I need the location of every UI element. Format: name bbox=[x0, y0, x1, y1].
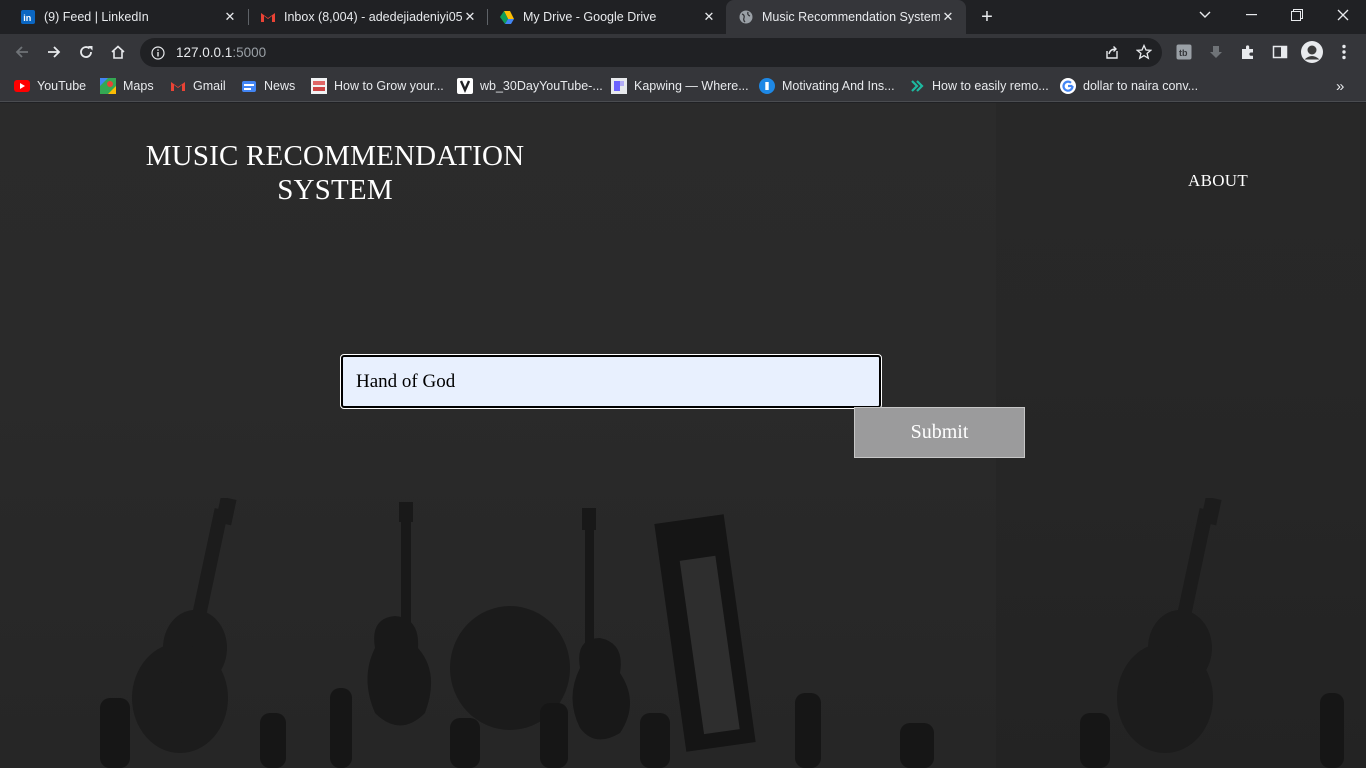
bookmark-page-icon bbox=[457, 78, 473, 94]
back-arrow-icon[interactable] bbox=[7, 37, 37, 67]
bookmark-label: News bbox=[264, 79, 296, 93]
bookmark-page-icon bbox=[759, 78, 775, 94]
nav-about-link[interactable]: ABOUT bbox=[1188, 171, 1248, 191]
bookmark-maps[interactable]: Maps bbox=[100, 76, 154, 96]
gmail-icon bbox=[260, 9, 276, 25]
home-icon[interactable] bbox=[103, 37, 133, 67]
close-icon[interactable]: ✕ bbox=[462, 9, 478, 25]
bookmark-motivating[interactable]: Motivating And Ins... bbox=[759, 76, 895, 96]
reload-icon[interactable] bbox=[71, 37, 101, 67]
tab-gmail[interactable]: Inbox (8,004) - adedejiadeniyi055@gmail.… bbox=[248, 0, 488, 34]
tab-title: Inbox (8,004) - adedejiadeniyi055@gmail.… bbox=[284, 10, 462, 24]
bookmark-gmail[interactable]: Gmail bbox=[170, 76, 226, 96]
close-icon[interactable]: ✕ bbox=[222, 9, 238, 25]
restore-icon[interactable] bbox=[1274, 0, 1320, 30]
bookmark-page-icon bbox=[909, 78, 925, 94]
bookmarks-bar: YouTube Maps Gmail News How to Grow your… bbox=[0, 70, 1366, 102]
bookmark-label: Motivating And Ins... bbox=[782, 79, 895, 93]
bookmark-youtube[interactable]: YouTube bbox=[14, 76, 86, 96]
bookmark-star-icon[interactable] bbox=[1129, 37, 1159, 67]
linkedin-icon: in bbox=[20, 9, 36, 25]
bookmarks-overflow-chevron-icon[interactable]: » bbox=[1336, 76, 1344, 96]
url-port: :5000 bbox=[232, 45, 267, 60]
share-icon[interactable] bbox=[1097, 37, 1127, 67]
bookmark-label: wb_30DayYouTube-... bbox=[480, 79, 603, 93]
site-title: MUSIC RECOMMENDATION SYSTEM bbox=[120, 139, 550, 207]
extensions-puzzle-icon[interactable] bbox=[1233, 37, 1263, 67]
extension-tb-icon[interactable]: tb bbox=[1169, 37, 1199, 67]
youtube-icon bbox=[14, 78, 30, 94]
site-title-line-1: MUSIC RECOMMENDATION bbox=[145, 140, 525, 172]
tab-title: (9) Feed | LinkedIn bbox=[44, 10, 149, 24]
tab-strip: in (9) Feed | LinkedIn ✕ Inbox (8,004) -… bbox=[0, 0, 1366, 34]
close-icon[interactable]: ✕ bbox=[701, 9, 717, 25]
maps-icon bbox=[100, 78, 116, 94]
google-drive-icon bbox=[499, 9, 515, 25]
bookmark-label: Maps bbox=[123, 79, 154, 93]
more-menu-icon[interactable] bbox=[1329, 37, 1359, 67]
site-title-line-2: SYSTEM bbox=[277, 174, 393, 206]
bookmark-label: dollar to naira conv... bbox=[1083, 79, 1199, 93]
address-bar[interactable]: 127.0.0.1:5000 bbox=[140, 38, 1162, 67]
song-search-input[interactable] bbox=[340, 354, 882, 409]
site-info-icon[interactable] bbox=[150, 45, 166, 61]
submit-button[interactable]: Submit bbox=[854, 407, 1025, 458]
google-icon bbox=[1060, 78, 1076, 94]
tab-linkedin[interactable]: in (9) Feed | LinkedIn ✕ bbox=[8, 0, 248, 34]
minimize-icon[interactable] bbox=[1228, 0, 1274, 30]
tab-title: My Drive - Google Drive bbox=[523, 10, 657, 24]
new-tab-button[interactable]: + bbox=[976, 6, 998, 28]
bookmark-dollar-to-naira[interactable]: dollar to naira conv... bbox=[1060, 76, 1198, 96]
bookmark-label: How to Grow your... bbox=[334, 79, 444, 93]
bookmark-how-to-easily-remove[interactable]: How to easily remo... bbox=[909, 76, 1049, 96]
bookmark-label: YouTube bbox=[37, 79, 87, 93]
news-icon bbox=[241, 78, 257, 94]
svg-text:tb: tb bbox=[1179, 48, 1188, 58]
page-body: MUSIC RECOMMENDATION SYSTEM ABOUT Submit bbox=[0, 103, 1366, 768]
bookmark-news[interactable]: News bbox=[241, 76, 295, 96]
bookmark-30dayyoutube[interactable]: wb_30DayYouTube-... bbox=[457, 76, 603, 96]
tab-search-chevron-icon[interactable] bbox=[1182, 0, 1228, 30]
tab-google-drive[interactable]: My Drive - Google Drive ✕ bbox=[487, 0, 727, 34]
gmail-icon bbox=[170, 78, 186, 94]
url-host: 127.0.0.1 bbox=[176, 45, 233, 60]
bookmark-label: Kapwing — Where... bbox=[634, 79, 749, 93]
tab-title: Music Recommendation System bbox=[762, 10, 940, 24]
svg-text:in: in bbox=[23, 13, 31, 23]
download-extension-icon[interactable] bbox=[1201, 37, 1231, 67]
close-window-icon[interactable] bbox=[1320, 0, 1366, 30]
profile-avatar[interactable] bbox=[1297, 37, 1327, 67]
bookmark-page-icon bbox=[311, 78, 327, 94]
bookmark-label: How to easily remo... bbox=[932, 79, 1049, 93]
bookmark-how-to-grow[interactable]: How to Grow your... bbox=[311, 76, 444, 96]
bookmark-page-icon bbox=[611, 78, 627, 94]
tab-music-recommendation[interactable]: Music Recommendation System ✕ bbox=[726, 0, 966, 34]
bookmark-label: Gmail bbox=[193, 79, 226, 93]
globe-icon bbox=[738, 9, 754, 25]
side-panel-icon[interactable] bbox=[1265, 37, 1295, 67]
instruments-background-image bbox=[100, 498, 1344, 768]
forward-arrow-icon[interactable] bbox=[39, 37, 69, 67]
bookmark-kapwing[interactable]: Kapwing — Where... bbox=[611, 76, 749, 96]
close-icon[interactable]: ✕ bbox=[940, 9, 956, 25]
browser-toolbar: 127.0.0.1:5000 tb bbox=[0, 34, 1366, 70]
